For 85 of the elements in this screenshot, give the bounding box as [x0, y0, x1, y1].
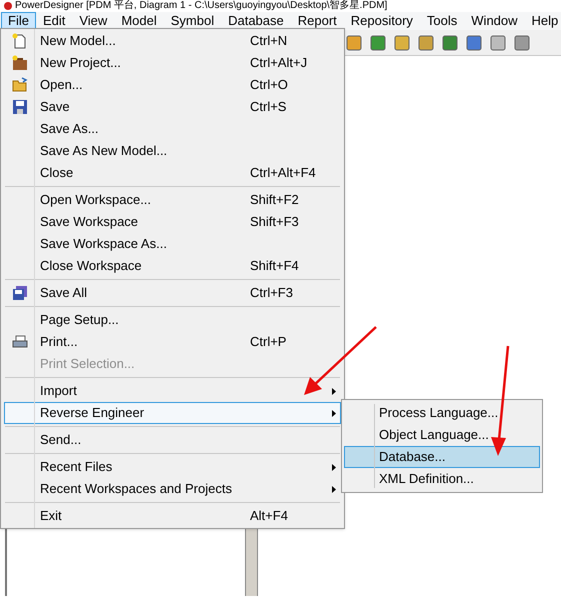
toolbar-tool-icon[interactable] — [514, 34, 530, 50]
menu-item[interactable]: Save All Ctrl+F3 — [4, 282, 341, 304]
menu-bar-item[interactable]: Report — [290, 12, 344, 30]
shortcut-text: Alt+F4 — [250, 507, 289, 526]
menu-bar-item[interactable]: Tools — [420, 12, 464, 30]
menu-item[interactable]: Save Workspace As... — [4, 233, 341, 255]
menu-bar-item[interactable]: Database — [221, 12, 291, 30]
window-title: PowerDesigner [PDM 平台, Diagram 1 - C:\Users\guoyingyou\Desktop\智多星.PDM] — [15, 0, 388, 12]
menu-item[interactable]: Save As... — [4, 118, 341, 140]
menu-item[interactable]: Exit Alt+F4 — [4, 505, 341, 527]
menu-item-label: Close Workspace — [39, 257, 143, 276]
shortcut-text: Ctrl+N — [250, 32, 288, 50]
folder-icon — [12, 77, 28, 93]
menu-item-label: Print Selection... — [39, 355, 136, 374]
toolbar-tool-icon[interactable] — [346, 34, 362, 50]
menu-item-label: Save Workspace As... — [39, 235, 168, 254]
menu-item[interactable]: Recent Files — [4, 456, 341, 478]
briefcase-icon — [12, 55, 28, 71]
submenu-arrow-icon — [332, 464, 336, 470]
menu-item-label: New Project... — [39, 54, 122, 72]
menu-bar-item[interactable]: View — [72, 12, 114, 30]
menu-item[interactable]: Import — [4, 380, 341, 402]
menu-bar-item[interactable]: Edit — [36, 12, 72, 30]
shortcut-text: Ctrl+Alt+F4 — [250, 164, 317, 182]
menu-item[interactable]: Page Setup... — [4, 309, 341, 331]
shortcut-text: Ctrl+O — [250, 76, 289, 94]
submenu-arrow-icon — [332, 410, 336, 416]
toolbar-tool-icon[interactable] — [442, 34, 458, 50]
menu-item-label: Recent Files — [39, 458, 114, 476]
menu-item-label: Save — [39, 98, 71, 116]
menu-item-label: Send... — [39, 431, 82, 450]
shortcut-text: Shift+F3 — [250, 213, 300, 232]
shortcut-text: Ctrl+F3 — [250, 284, 294, 302]
menu-item[interactable]: Save As New Model... — [4, 140, 341, 162]
submenu-item[interactable]: XML Definition... — [344, 468, 540, 490]
menu-item[interactable]: Save Ctrl+S — [4, 96, 341, 118]
menu-item[interactable]: Close Workspace Shift+F4 — [4, 255, 341, 277]
menu-bar-item[interactable]: Help — [524, 12, 561, 30]
menu-item[interactable]: Save Workspace Shift+F3 — [4, 211, 341, 233]
menu-item-label: Import — [39, 382, 78, 400]
toolbar-tool-icon[interactable] — [394, 34, 410, 50]
shortcut-text: Ctrl+Alt+J — [250, 54, 308, 72]
menu-bar-item[interactable]: Repository — [344, 12, 420, 30]
menu-item-label: New Model... — [39, 32, 117, 50]
menu-item-label: Open Workspace... — [39, 191, 152, 210]
toolbar-tool-icon[interactable] — [370, 34, 386, 50]
menu-item-label: Save Workspace — [39, 213, 140, 232]
menu-item-label: Open... — [39, 76, 84, 94]
submenu-arrow-icon — [332, 486, 336, 492]
shortcut-text: Ctrl+S — [250, 98, 288, 116]
menu-item[interactable]: Close Ctrl+Alt+F4 — [4, 162, 341, 184]
menu-item-label: Save As... — [39, 120, 100, 138]
menu-item-label: Save All — [39, 284, 88, 302]
shortcut-text: Shift+F4 — [250, 257, 300, 276]
submenu-item[interactable]: Process Language... — [344, 402, 540, 424]
menu-item[interactable]: Open Workspace... Shift+F2 — [4, 189, 341, 211]
submenu-item[interactable]: Object Language... — [344, 424, 540, 446]
menu-item-label: Reverse Engineer — [39, 404, 146, 422]
menu-item-label: Recent Workspaces and Projects — [39, 480, 233, 498]
menu-item-label: Save As New Model... — [39, 142, 168, 160]
menu-bar-item[interactable]: Model — [114, 12, 164, 30]
menu-item[interactable]: Send... — [4, 429, 341, 451]
toolbar-tool-icon[interactable] — [466, 34, 482, 50]
submenu-arrow-icon — [332, 388, 336, 394]
menu-item[interactable]: Recent Workspaces and Projects — [4, 478, 341, 500]
shortcut-text: Ctrl+P — [250, 333, 288, 352]
floppy-disks-icon — [12, 285, 28, 301]
new-document-icon — [12, 33, 28, 49]
menu-item-label: Page Setup... — [39, 311, 120, 330]
menu-bar-item[interactable]: Symbol — [164, 12, 222, 30]
toolbar-tool-icon[interactable] — [490, 34, 506, 50]
menu-item-label: Print... — [39, 333, 79, 352]
printer-icon — [12, 334, 28, 350]
submenu-item[interactable]: Database... — [344, 446, 540, 468]
menu-item[interactable]: Print... Ctrl+P — [4, 331, 341, 353]
menu-bar-item[interactable]: Window — [464, 12, 525, 30]
toolbar-tool-icon[interactable] — [418, 34, 434, 50]
menu-item-label: Exit — [39, 507, 63, 526]
menu-item-label: Close — [39, 164, 74, 182]
shortcut-text: Shift+F2 — [250, 191, 300, 210]
menu-item[interactable]: New Project... Ctrl+Alt+J — [4, 52, 341, 74]
menu-item[interactable]: Reverse Engineer — [4, 402, 341, 424]
app-icon — [4, 2, 12, 10]
menu-item[interactable]: New Model... Ctrl+N — [4, 30, 341, 52]
menu-item[interactable]: Open... Ctrl+O — [4, 74, 341, 96]
